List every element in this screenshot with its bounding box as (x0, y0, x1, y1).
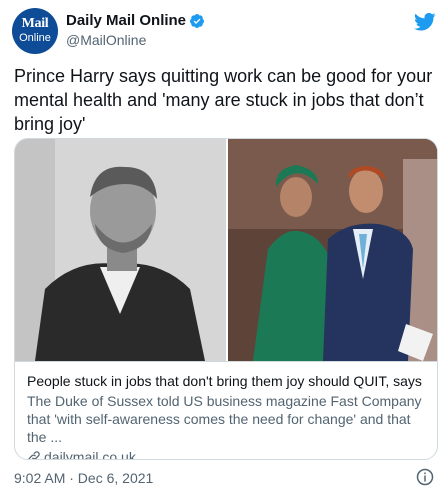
portrait-photo[interactable] (15, 139, 226, 361)
card-domain[interactable]: dailymail.co.uk (27, 448, 427, 459)
tweet-timestamp[interactable]: 9:02 AM · Dec 6, 2021 (14, 470, 153, 486)
avatar-logo-bottom: Online (19, 32, 51, 44)
card-images[interactable] (15, 139, 437, 361)
info-icon[interactable] (416, 468, 434, 486)
avatar[interactable]: Mail Online (12, 8, 58, 54)
card-body[interactable]: People stuck in jobs that don't bring th… (15, 361, 437, 459)
display-name[interactable]: Daily Mail Online (66, 12, 186, 29)
account-handle[interactable]: @MailOnline (66, 32, 205, 48)
verified-badge-icon (189, 13, 205, 29)
twitter-bird-icon[interactable] (414, 12, 436, 32)
card-description: The Duke of Sussex told US business maga… (27, 393, 422, 445)
card-title[interactable]: People stuck in jobs that don't bring th… (27, 372, 427, 390)
avatar-logo-top: Mail (21, 16, 49, 31)
tweet-header: Mail Online Daily Mail Online @MailOnlin… (12, 8, 436, 56)
card-domain-text[interactable]: dailymail.co.uk (44, 448, 136, 459)
tweet-text: Prince Harry says quitting work can be g… (14, 66, 433, 134)
link-icon (27, 450, 41, 459)
account-names: Daily Mail Online @MailOnline (66, 12, 205, 48)
couple-photo[interactable] (228, 139, 437, 361)
link-card[interactable]: People stuck in jobs that don't bring th… (14, 138, 438, 460)
tweet: Mail Online Daily Mail Online @MailOnlin… (0, 0, 448, 500)
